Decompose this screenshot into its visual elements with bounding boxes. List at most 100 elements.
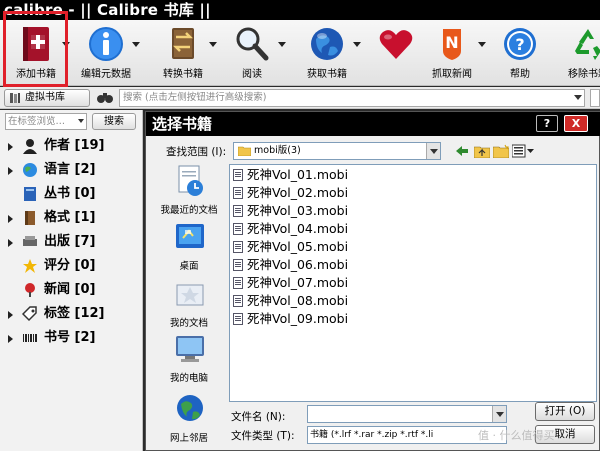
help-icon: ?: [504, 28, 536, 60]
my-documents-icon: [176, 284, 204, 306]
tree-item-identifiers[interactable]: 书号 [2]: [6, 328, 141, 350]
tree-item-publishers[interactable]: 出版 [7]: [6, 232, 141, 254]
new-folder-icon[interactable]: [493, 144, 509, 158]
network-icon: [177, 395, 203, 421]
view-menu-icon[interactable]: [512, 144, 534, 158]
news-pin-icon: [25, 283, 35, 297]
get-books-label: 获取书籍: [307, 69, 347, 80]
place-network[interactable]: 网上邻居: [154, 388, 224, 446]
dialog-title: 选择书籍: [152, 115, 213, 133]
filetype-select[interactable]: 书籍 (*.lrf *.rar *.zip *.rtf *.li: [307, 426, 507, 444]
tag-search-button[interactable]: 搜索: [92, 113, 136, 130]
chevron-down-icon[interactable]: [353, 42, 361, 47]
file-list[interactable]: 死神Vol_01.mobi 死神Vol_02.mobi 死神Vol_03.mob…: [229, 164, 597, 402]
globe-icon: [311, 28, 343, 60]
fetch-news-button[interactable]: N 抓取新闻: [422, 20, 486, 86]
edit-metadata-button[interactable]: 编辑元数据: [76, 20, 140, 86]
place-label: 我的文档: [169, 318, 208, 329]
file-name: 死神Vol_04.mobi: [247, 221, 349, 236]
filename-input[interactable]: [307, 405, 507, 423]
look-in-select[interactable]: mobi版(3): [233, 142, 441, 160]
place-my-computer[interactable]: 我的电脑: [154, 328, 224, 386]
tag-icon: [22, 306, 37, 322]
recent-documents-icon: [178, 165, 203, 196]
expand-arrow-icon[interactable]: [8, 167, 13, 175]
file-name: 死神Vol_09.mobi: [247, 311, 349, 326]
tree-item-languages[interactable]: 语言 [2]: [6, 160, 141, 182]
fetch-news-label: 抓取新闻: [432, 69, 472, 80]
open-button[interactable]: 打开 (O): [535, 402, 595, 421]
search-options-stub[interactable]: [590, 89, 600, 107]
expand-arrow-icon[interactable]: [8, 335, 13, 343]
file-name: 死神Vol_06.mobi: [247, 257, 349, 272]
chevron-down-icon[interactable]: [574, 95, 582, 100]
remove-books-button[interactable]: 移除书籍: [558, 20, 600, 86]
file-icon: [233, 295, 243, 307]
title-bar: calibre - || Calibre 书库 ||: [0, 0, 600, 20]
view-button[interactable]: 阅读: [222, 20, 286, 86]
filename-label: 文件名 (N):: [231, 411, 286, 423]
virtual-library-button[interactable]: 虚拟书库: [4, 89, 90, 107]
dialog-close-button[interactable]: X: [564, 115, 588, 132]
svg-text:N: N: [445, 33, 458, 52]
watermark: 值 · 什么值得买: [478, 429, 555, 442]
file-item[interactable]: 死神Vol_05.mobi: [233, 238, 363, 256]
file-item[interactable]: 死神Vol_01.mobi: [233, 166, 363, 184]
file-name: 死神Vol_08.mobi: [247, 293, 349, 308]
place-recent-documents[interactable]: 我最近的文档: [154, 160, 224, 218]
places-bar: 我最近的文档 桌面 我的文档 我的电脑 网上邻居: [154, 160, 224, 450]
my-computer-icon: [176, 336, 204, 362]
tree-item-tags[interactable]: 标签 [12]: [6, 304, 141, 326]
file-icon: [233, 205, 243, 217]
chevron-down-icon[interactable]: [492, 406, 506, 422]
info-icon: [89, 27, 123, 61]
place-label: 我的电脑: [169, 373, 208, 384]
tree-item-authors[interactable]: 作者 [19]: [6, 136, 141, 158]
file-item[interactable]: 死神Vol_02.mobi: [233, 184, 363, 202]
back-arrow-icon[interactable]: [455, 144, 469, 158]
chevron-down-icon[interactable]: [209, 42, 217, 47]
chevron-down-icon[interactable]: [478, 42, 486, 47]
help-button[interactable]: ? 帮助: [490, 20, 550, 86]
main-toolbar: 添加书籍 编辑元数据 转换书籍 阅读 获取书籍 N 抓取新闻 ? 帮助 移除书: [0, 20, 600, 86]
file-item[interactable]: 死神Vol_07.mobi: [233, 274, 363, 292]
file-item[interactable]: 死神Vol_08.mobi: [233, 292, 363, 310]
tag-filter-input[interactable]: 在标签浏览…: [5, 113, 87, 130]
expand-arrow-icon[interactable]: [8, 239, 13, 247]
get-books-button[interactable]: 获取书籍: [297, 20, 361, 86]
tree-item-series[interactable]: 丛书 [0]: [6, 184, 141, 206]
heart-icon: [379, 30, 413, 59]
place-my-documents[interactable]: 我的文档: [154, 273, 224, 331]
chevron-down-icon[interactable]: [132, 42, 140, 47]
news-icon: N: [443, 29, 461, 60]
convert-book-label: 转换书籍: [163, 69, 203, 80]
file-name: 死神Vol_03.mobi: [247, 203, 349, 218]
chevron-down-icon[interactable]: [426, 143, 440, 159]
file-icon: [233, 241, 243, 253]
chevron-down-icon[interactable]: [278, 42, 286, 47]
search-placeholder: 搜索 (点击左侧按钮进行高级搜索): [123, 92, 267, 103]
place-desktop[interactable]: 桌面: [154, 216, 224, 274]
virtual-library-label: 虚拟书库: [25, 92, 65, 103]
up-folder-icon[interactable]: [474, 144, 490, 158]
expand-arrow-icon[interactable]: [8, 311, 13, 319]
tree-item-formats[interactable]: 格式 [1]: [6, 208, 141, 230]
search-input[interactable]: 搜索 (点击左侧按钮进行高级搜索): [119, 89, 585, 107]
tree-item-label: 书号 [2]: [44, 330, 96, 345]
file-item[interactable]: 死神Vol_09.mobi: [233, 310, 363, 328]
chevron-down-icon[interactable]: [78, 119, 84, 123]
file-item[interactable]: 死神Vol_03.mobi: [233, 202, 363, 220]
svg-text:?: ?: [515, 35, 524, 54]
expand-arrow-icon[interactable]: [8, 143, 13, 151]
binoculars-icon[interactable]: [97, 90, 113, 104]
expand-arrow-icon[interactable]: [8, 215, 13, 223]
convert-book-button[interactable]: 转换书籍: [153, 20, 217, 86]
place-label: 网上邻居: [169, 433, 208, 444]
file-item[interactable]: 死神Vol_04.mobi: [233, 220, 363, 238]
tree-item-rating[interactable]: 评分 [0]: [6, 256, 141, 278]
dialog-help-button[interactable]: ?: [536, 115, 558, 132]
file-item[interactable]: 死神Vol_06.mobi: [233, 256, 363, 274]
tree-item-label: 标签 [12]: [44, 306, 105, 321]
tree-item-news[interactable]: 新闻 [0]: [6, 280, 141, 302]
file-icon: [233, 313, 243, 325]
